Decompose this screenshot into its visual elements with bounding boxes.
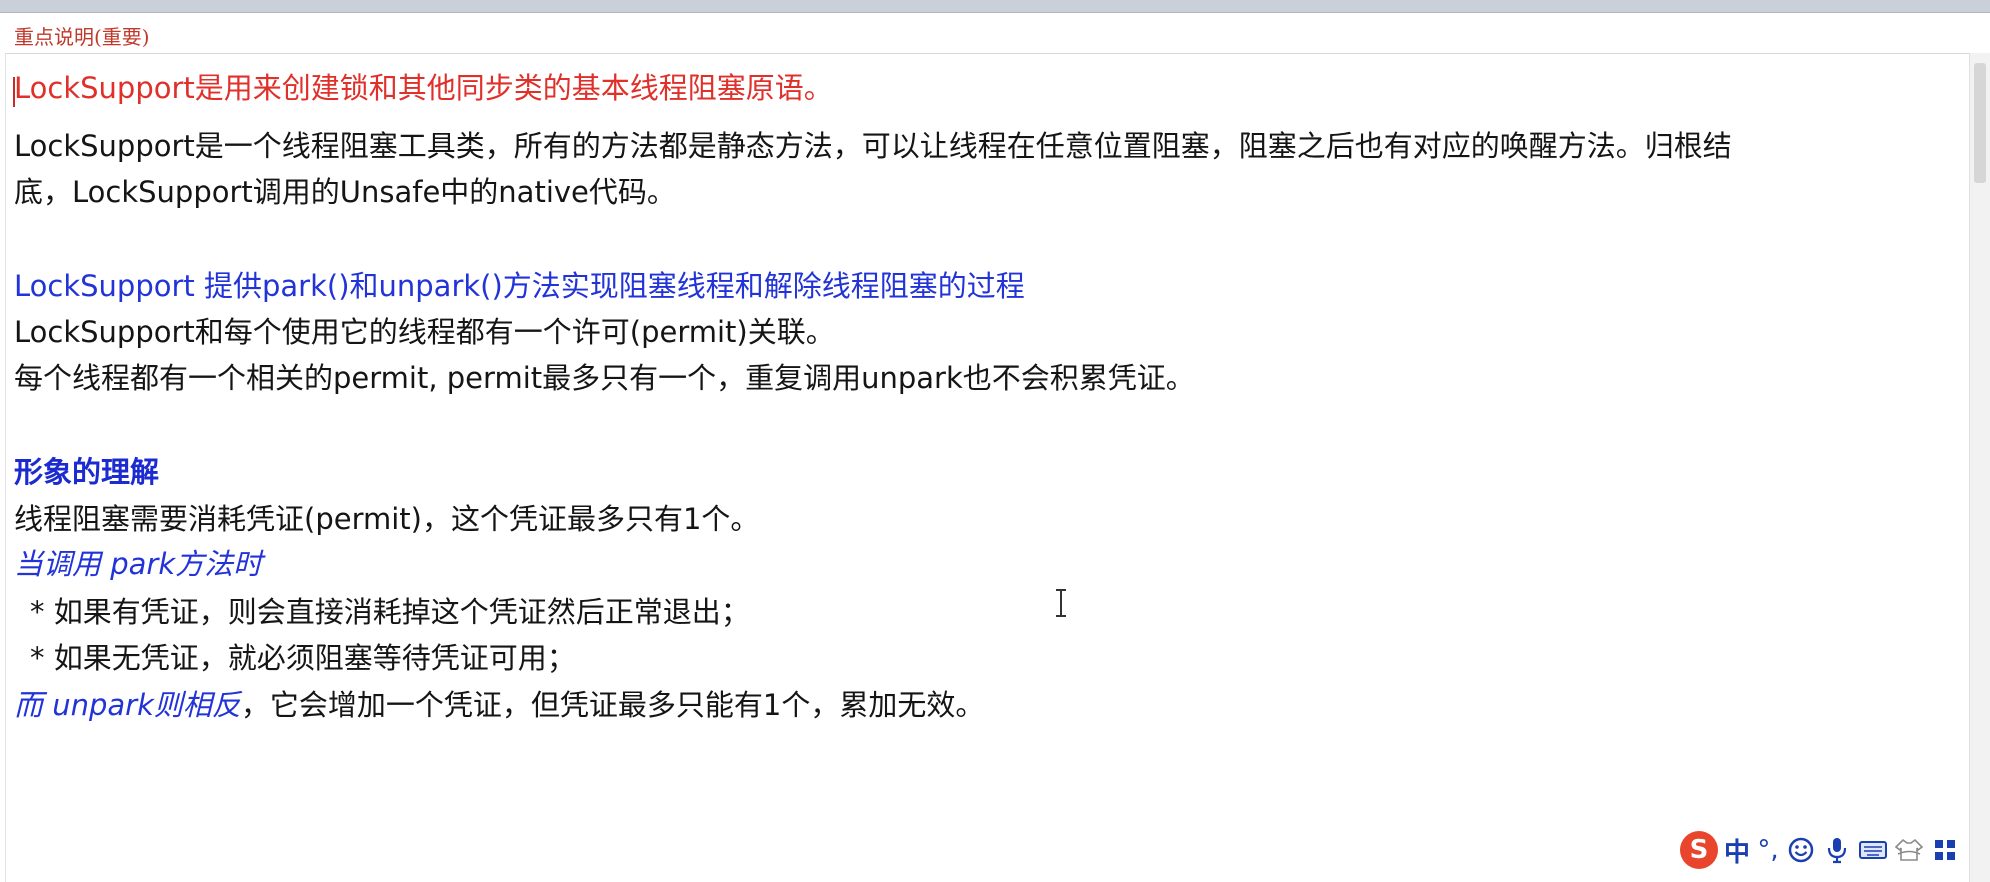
doc-line-11: * 如果无凭证，就必须阻塞等待凭证可用；: [30, 636, 576, 680]
doc-line-10-text: * 如果有凭证，则会直接消耗掉这个凭证然后正常退出；: [30, 595, 750, 629]
doc-line-6-text: 每个线程都有一个相关的permit, permit最多只有一个，重复调用unpa…: [14, 361, 1195, 395]
doc-line-4-text: LockSupport 提供park()和unpark()方法实现阻塞线程和解除…: [14, 269, 1025, 303]
doc-line-12: 而 unpark则相反，它会增加一个凭证，但凭证最多只能有1个，累加无效。: [14, 683, 984, 727]
doc-line-8-text: 线程阻塞需要消耗凭证(permit)，这个凭证最多只有1个。: [14, 502, 760, 536]
doc-line-7: 形象的理解: [14, 450, 159, 494]
text-caret: [13, 77, 15, 107]
left-border: [5, 53, 6, 882]
doc-line-6: 每个线程都有一个相关的permit, permit最多只有一个，重复调用unpa…: [14, 356, 1195, 400]
doc-line-2: LockSupport是一个线程阻塞工具类，所有的方法都是静态方法，可以让线程在…: [14, 124, 1732, 168]
keyboard-icon[interactable]: [1858, 832, 1888, 868]
scrollbar-thumb[interactable]: [1974, 63, 1986, 183]
microphone-icon[interactable]: [1822, 832, 1852, 868]
clothing-icon[interactable]: [1894, 832, 1924, 868]
text-cursor-icon: [1056, 589, 1066, 617]
window-top-strip: [0, 0, 1990, 13]
sogou-logo-icon[interactable]: S: [1680, 831, 1718, 869]
doc-heading-text: 形象的理解: [14, 455, 160, 489]
doc-line-10: * 如果有凭证，则会直接消耗掉这个凭证然后正常退出；: [30, 590, 750, 634]
doc-line-12-emph: 而 unpark则相反: [14, 688, 241, 722]
smiley-icon[interactable]: [1786, 832, 1816, 868]
doc-line-8: 线程阻塞需要消耗凭证(permit)，这个凭证最多只有1个。: [14, 497, 759, 541]
doc-line-4: LockSupport 提供park()和unpark()方法实现阻塞线程和解除…: [14, 264, 1025, 308]
vertical-scrollbar[interactable]: [1969, 53, 1990, 882]
doc-line-5: LockSupport和每个使用它的线程都有一个许可(permit)关联。: [14, 310, 835, 354]
tools-icon[interactable]: [1930, 832, 1960, 868]
ime-punctuation-toggle[interactable]: °,: [1756, 832, 1780, 868]
doc-line-12-rest: ，它会增加一个凭证，但凭证最多只能有1个，累加无效。: [240, 688, 985, 722]
header-bar: 重点说明(重要): [6, 13, 1990, 54]
ime-mode-toggle[interactable]: 中: [1724, 832, 1750, 868]
document-body[interactable]: LockSupport是用来创建锁和其他同步类的基本线程阻塞原语。 LockSu…: [13, 66, 1964, 866]
doc-line-9: 当调用 park方法时: [14, 542, 262, 586]
doc-line-11-text: * 如果无凭证，就必须阻塞等待凭证可用；: [30, 641, 576, 675]
doc-line-1-text: LockSupport是用来创建锁和其他同步类的基本线程阻塞原语。: [14, 71, 833, 105]
doc-line-5-text: LockSupport和每个使用它的线程都有一个许可(permit)关联。: [14, 315, 835, 349]
doc-line-2-text: LockSupport是一个线程阻塞工具类，所有的方法都是静态方法，可以让线程在…: [14, 129, 1732, 163]
doc-line-9-text: 当调用 park方法时: [14, 547, 263, 581]
page-title: 重点说明(重要): [14, 25, 150, 49]
doc-line-3: 底，LockSupport调用的Unsafe中的native代码。: [14, 170, 676, 214]
doc-line-3-text: 底，LockSupport调用的Unsafe中的native代码。: [14, 175, 676, 209]
doc-line-1: LockSupport是用来创建锁和其他同步类的基本线程阻塞原语。: [13, 66, 833, 110]
ime-toolbar: S 中 °,: [1678, 826, 1990, 874]
